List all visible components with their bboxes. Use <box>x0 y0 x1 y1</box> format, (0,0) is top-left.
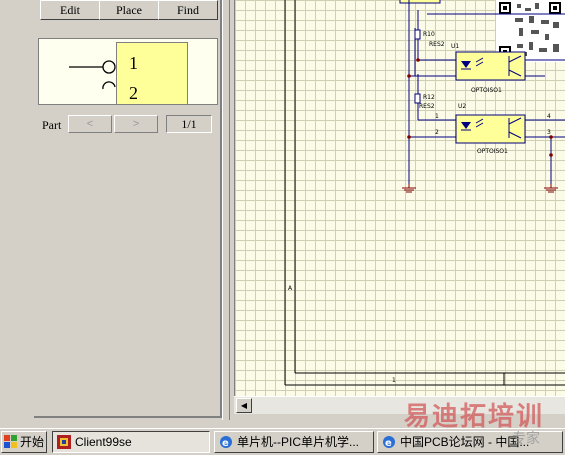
u2-pin2: 2 <box>435 129 439 136</box>
r12-value: RES2 <box>419 103 435 110</box>
task-label-pcb-forum: 中国PCB论坛网 - 中国... <box>400 435 530 449</box>
splitter-line <box>229 0 230 420</box>
task-client99se[interactable]: Client99se <box>52 431 210 453</box>
taskbar: 开始 Client99se e 单片机--PIC单片机学... e 中国PCB论… <box>0 428 565 455</box>
edit-button[interactable]: Edit <box>40 0 100 20</box>
r12-ref: R12 <box>423 94 435 101</box>
part-navigator: Part < > 1/1 <box>38 114 218 136</box>
find-button[interactable]: Find <box>158 0 218 20</box>
task-label-client99se: Client99se <box>75 435 132 449</box>
u1-part: OPTOISO1 <box>471 87 502 94</box>
ground-icon <box>402 184 416 193</box>
start-button[interactable]: 开始 <box>1 431 47 453</box>
resistor-r12 <box>414 93 421 104</box>
partial-component-top <box>399 0 441 4</box>
start-label: 开始 <box>20 435 45 449</box>
windows-flag-icon <box>4 435 17 448</box>
ie-icon: e <box>383 436 395 449</box>
scroll-left-arrow-icon[interactable]: ◀ <box>236 398 252 413</box>
part-label: Part <box>42 118 62 132</box>
u2-ref: U2 <box>458 103 466 110</box>
place-button[interactable]: Place <box>99 0 159 20</box>
resistor-r10 <box>414 29 421 40</box>
optoisolator-u2 <box>455 114 526 144</box>
ground-icon-2 <box>544 184 558 193</box>
u2-pin3: 3 <box>547 129 551 136</box>
watermark-subtext: 专家 <box>512 431 540 447</box>
task-label-pic-mcu: 单片机--PIC单片机学... <box>237 435 359 449</box>
library-button-row: Edit Place Find <box>40 0 218 20</box>
ie-icon: e <box>220 436 232 449</box>
schematic-canvas[interactable]: A 1 R10 RES2 R12 RES2 U1 OPTOISO1 U2 1 2… <box>234 0 565 396</box>
part-symbol-body: 1 2 <box>116 42 188 104</box>
r10-value: RES2 <box>429 41 445 48</box>
prev-part-button[interactable]: < <box>68 115 112 133</box>
border-mark-a: A <box>288 285 293 292</box>
client99se-icon <box>57 435 71 449</box>
schematic-drawing: A 1 R10 RES2 R12 RES2 U1 OPTOISO1 U2 1 2… <box>284 0 565 386</box>
pin-number-2: 2 <box>129 83 138 103</box>
svg-text:e: e <box>222 438 229 449</box>
r10-ref: R10 <box>423 31 435 38</box>
pin-number-1: 1 <box>129 53 138 73</box>
border-mark-1: 1 <box>392 377 396 384</box>
u2-part: OPTOISO1 <box>477 148 508 155</box>
next-part-button[interactable]: > <box>114 115 158 133</box>
svg-text:e: e <box>385 438 392 449</box>
part-preview: 1 2 <box>38 38 218 105</box>
u2-pin1: 1 <box>435 113 439 120</box>
library-panel: Edit Place Find 1 2 Part < > 1/1 <box>0 0 232 428</box>
u2-pin4: 4 <box>547 113 551 120</box>
part-count-display: 1/1 <box>166 115 212 133</box>
task-pic-mcu[interactable]: e 单片机--PIC单片机学... <box>214 431 374 453</box>
u1-ref: U1 <box>451 43 459 50</box>
